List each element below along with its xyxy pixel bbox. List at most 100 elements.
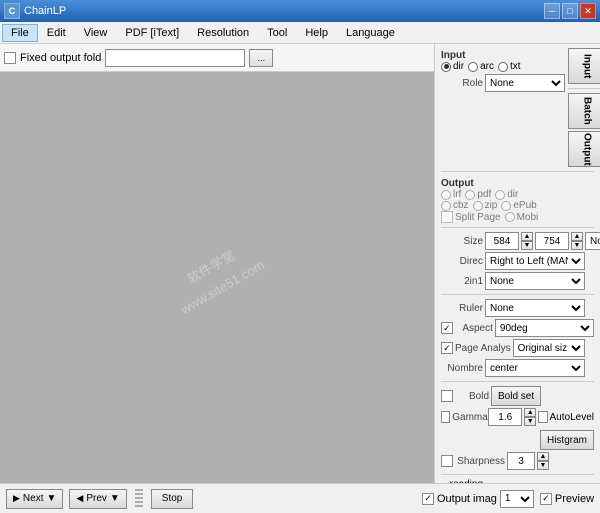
sharpness-input[interactable] [507, 452, 535, 470]
menu-file[interactable]: File [2, 24, 38, 42]
batch-button[interactable]: Batch [568, 93, 600, 129]
aspect-checkbox[interactable] [441, 322, 453, 334]
gamma-checkbox[interactable] [441, 411, 450, 423]
menu-language[interactable]: Language [337, 24, 404, 42]
radio-txt[interactable]: txt [498, 61, 521, 72]
radio-lrf: lrf [441, 189, 461, 200]
prev-button[interactable]: ◀ Prev ▼ [69, 489, 126, 509]
size-height-input[interactable] [535, 232, 569, 250]
size-height-down[interactable]: ▼ [571, 241, 583, 250]
histgram-button[interactable]: Histgram [540, 430, 594, 450]
size-mode-select[interactable]: Normal [585, 232, 600, 250]
role-label: Role [441, 78, 483, 89]
size-width-input[interactable] [485, 232, 519, 250]
nombre-label: Nombre [441, 363, 483, 374]
menu-edit[interactable]: Edit [38, 24, 75, 42]
ruler-select[interactable]: None [485, 299, 585, 317]
menu-pdf[interactable]: PDF [iText] [116, 24, 188, 42]
ruler-label: Ruler [441, 303, 483, 314]
menu-help[interactable]: Help [296, 24, 337, 42]
radio-arc-circle[interactable] [468, 62, 478, 72]
browse-button[interactable]: ... [249, 49, 273, 67]
radio-dir-circle[interactable] [441, 62, 451, 72]
role-select[interactable]: None [485, 74, 565, 92]
menu-resolution[interactable]: Resolution [188, 24, 258, 42]
nombre-select[interactable]: center [485, 359, 585, 377]
radio-zip: zip [473, 200, 498, 211]
twoinone-select[interactable]: None [485, 272, 585, 290]
ruler-row: Ruler None [441, 299, 594, 317]
pageanalys-checkbox[interactable] [441, 342, 453, 354]
bold-label: Bold [455, 391, 489, 402]
pageanalys-select[interactable]: Original siz. [513, 339, 585, 357]
size-height-up[interactable]: ▲ [571, 232, 583, 241]
menu-bar: File Edit View PDF [iText] Resolution To… [0, 22, 600, 44]
next-dropdown-icon[interactable]: ▼ [46, 493, 56, 504]
sharpness-row: Sharpness ▲ ▼ [441, 452, 594, 470]
autolevel-checkbox[interactable] [538, 411, 547, 423]
minimize-button[interactable]: ─ [544, 3, 560, 19]
input-button[interactable]: Input [568, 48, 600, 84]
direc-label: Direc [441, 256, 483, 267]
output-img-row: Output imag 1 [370, 490, 534, 508]
output-format-group2: cbz zip ePub [441, 200, 594, 211]
radio-zip-circle [473, 201, 483, 211]
watermark: 软件学堂 www.site51.com [165, 234, 270, 321]
twoinone-label: 2in1 [441, 276, 483, 287]
radio-cbz-label: cbz [453, 200, 469, 211]
output-img-checkbox[interactable] [422, 493, 434, 505]
preview-checkbox[interactable] [540, 493, 552, 505]
fixed-output-label: Fixed output fold [20, 52, 101, 64]
divider-2 [441, 227, 594, 228]
pageanalys-label: Page Analys [455, 343, 511, 354]
sharpness-checkbox[interactable] [441, 455, 453, 467]
input-section-label: Input [441, 50, 565, 61]
output-img-select[interactable]: 1 [500, 490, 534, 508]
prev-dropdown-icon[interactable]: ▼ [110, 493, 120, 504]
radio-epub-circle [501, 201, 511, 211]
stop-button[interactable]: Stop [151, 489, 194, 509]
close-button[interactable]: ✕ [580, 3, 596, 19]
menu-view[interactable]: View [75, 24, 117, 42]
autolevel-label: AutoLevel [550, 412, 594, 423]
radio-txt-label: txt [510, 61, 521, 72]
aspect-select[interactable]: 90deg [495, 319, 594, 337]
gamma-down[interactable]: ▼ [524, 417, 536, 426]
gamma-up[interactable]: ▲ [524, 408, 536, 417]
fixed-output-section: Fixed output fold ... [4, 49, 273, 67]
radio-dir2-circle [495, 190, 505, 200]
radio-txt-circle[interactable] [498, 62, 508, 72]
fixed-output-input[interactable] [105, 49, 245, 67]
radio-epub-label: ePub [513, 200, 536, 211]
size-width-spin: ▲ ▼ [521, 232, 533, 250]
radio-arc[interactable]: arc [468, 61, 494, 72]
radio-dir[interactable]: dir [441, 61, 464, 72]
gamma-row: Gamma ▲ ▼ AutoLevel [441, 408, 594, 426]
radio-dir2-label: dir [507, 189, 518, 200]
left-panel: Fixed output fold ... 软件学堂 www.site51.co… [0, 44, 435, 483]
size-width-up[interactable]: ▲ [521, 232, 533, 241]
right-panel: Input dir arc txt Role [435, 44, 600, 483]
preview-row: Preview [540, 493, 594, 505]
menu-tool[interactable]: Tool [258, 24, 296, 42]
radio-pdf: pdf [465, 189, 491, 200]
maximize-button[interactable]: □ [562, 3, 578, 19]
pageanalys-row: Page Analys Original siz. [441, 339, 594, 357]
canvas-area: 软件学堂 www.site51.com [0, 72, 434, 483]
output-button[interactable]: Output [568, 131, 600, 167]
toolbar-row: Fixed output fold ... [0, 44, 434, 72]
main-area: Fixed output fold ... 软件学堂 www.site51.co… [0, 44, 600, 483]
bold-checkbox[interactable] [441, 390, 453, 402]
fixed-output-checkbox[interactable] [4, 52, 16, 64]
gamma-label: Gamma [452, 412, 486, 423]
sharpness-down[interactable]: ▼ [537, 461, 549, 470]
next-button[interactable]: ▶ Next ▼ [6, 489, 63, 509]
sharpness-up[interactable]: ▲ [537, 452, 549, 461]
direc-select[interactable]: Right to Left (MANGA) [485, 252, 585, 270]
divider-5 [441, 474, 594, 475]
histgram-row: Histgram [441, 430, 594, 450]
size-width-down[interactable]: ▼ [521, 241, 533, 250]
gamma-input[interactable] [488, 408, 522, 426]
radio-cbz-circle [441, 201, 451, 211]
bold-set-button[interactable]: Bold set [491, 386, 541, 406]
